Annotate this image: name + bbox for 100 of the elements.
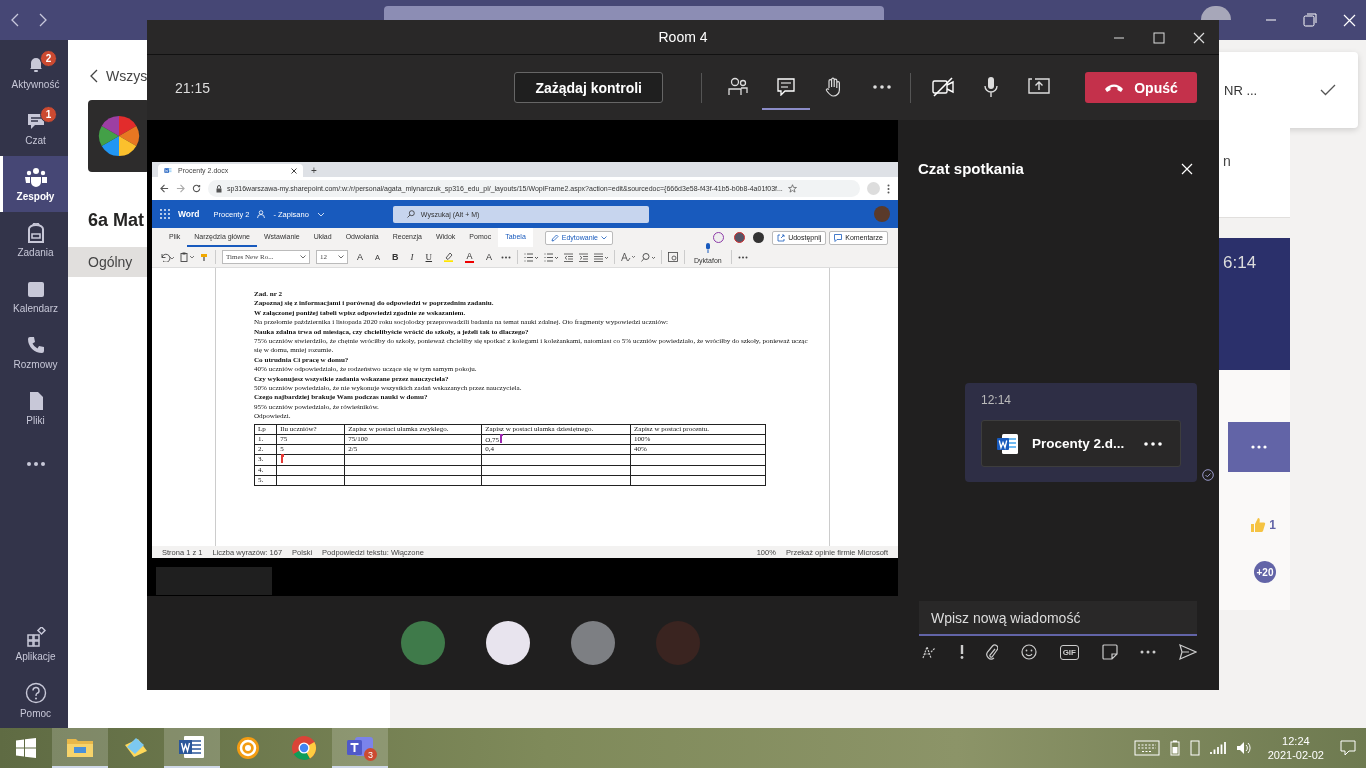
bullet-list-icon[interactable]	[524, 252, 539, 262]
styles-icon[interactable]	[621, 252, 636, 262]
search-icon[interactable]	[641, 252, 656, 262]
taskbar-app[interactable]: 3	[332, 728, 388, 768]
leave-button[interactable]: Opuść	[1085, 72, 1197, 103]
word-document-icon	[996, 431, 1020, 456]
participant-avatar[interactable]	[486, 621, 530, 665]
collaborator-avatar[interactable]	[713, 232, 725, 243]
back-icon[interactable]	[160, 184, 169, 193]
rail-item[interactable]: Pomoc	[0, 672, 68, 728]
paste-icon[interactable]	[180, 252, 194, 262]
rail-item[interactable]: Pliki	[0, 380, 68, 436]
signal-icon[interactable]	[1209, 741, 1226, 755]
app-launcher-icon[interactable]	[160, 209, 170, 219]
format-icon[interactable]	[921, 644, 937, 660]
lock-icon	[216, 184, 222, 193]
forward-icon[interactable]	[38, 12, 48, 28]
notifications-icon[interactable]	[1340, 740, 1356, 756]
file-attachment[interactable]: Procenty 2.d...	[981, 420, 1181, 467]
back-icon[interactable]	[90, 69, 98, 83]
kebab-menu-icon[interactable]	[887, 183, 890, 194]
request-control-button[interactable]: Zażądaj kontroli	[514, 72, 663, 103]
rail-item[interactable]: Zadania	[0, 212, 68, 268]
apps-icon	[25, 626, 46, 647]
message-field[interactable]: Wpisz nową wiadomość	[919, 601, 1197, 636]
pie-logo-icon	[97, 114, 141, 158]
undo-icon[interactable]	[160, 252, 174, 262]
panel-title: Czat spotkania	[918, 160, 1024, 177]
close-icon[interactable]	[291, 167, 297, 174]
align-icon[interactable]	[594, 252, 609, 262]
check-icon[interactable]	[1320, 84, 1336, 96]
collaborator-avatar[interactable]	[734, 232, 746, 243]
format-painter-icon[interactable]	[200, 252, 209, 262]
participant-count: +20	[1254, 561, 1276, 583]
gear-icon[interactable]	[235, 735, 261, 761]
restore-icon[interactable]	[1303, 13, 1317, 27]
chevron-down-icon[interactable]	[316, 211, 325, 217]
back-link[interactable]: Wszys	[106, 68, 148, 84]
share-icon	[777, 233, 786, 242]
battery-icon[interactable]	[1169, 740, 1180, 756]
phone-icon	[25, 334, 46, 355]
rail-item[interactable]: Czat 1	[0, 100, 68, 156]
format-button[interactable]: U	[422, 252, 436, 262]
rail-item[interactable]: Aktywność 2	[0, 44, 68, 100]
camera-off-icon	[932, 76, 954, 97]
maximize-icon[interactable]	[1153, 31, 1165, 44]
word-document-icon	[164, 166, 173, 175]
paperclip-icon[interactable]	[986, 644, 999, 660]
taskbar-app[interactable]	[164, 728, 220, 768]
help-icon	[24, 681, 47, 704]
hand-icon	[825, 76, 843, 97]
send-icon[interactable]	[1178, 644, 1197, 660]
reload-icon[interactable]	[192, 184, 201, 193]
backpack-icon	[26, 222, 45, 243]
word-document-icon[interactable]	[178, 734, 206, 760]
window-title: Room 4	[658, 29, 708, 45]
rail-item[interactable]: Aplikacje	[0, 616, 68, 672]
notification-count: 1	[40, 106, 57, 123]
more-icon	[1144, 441, 1162, 446]
numbered-list-icon[interactable]	[544, 252, 559, 262]
people-icon	[24, 166, 47, 187]
highlighter-icon	[444, 252, 454, 262]
search-field[interactable]	[384, 6, 884, 20]
sticker-icon[interactable]	[1101, 644, 1118, 660]
exclamation-icon[interactable]	[959, 645, 964, 659]
format-button[interactable]: B	[389, 252, 402, 262]
gif-button[interactable]: GIF	[1059, 644, 1079, 660]
rail-item[interactable]: Kalendarz	[0, 268, 68, 324]
reaction-count: 1	[1269, 518, 1276, 532]
rail-item[interactable]: Zespoły	[0, 156, 68, 212]
speaker-icon[interactable]	[1235, 741, 1252, 755]
format-button[interactable]: A	[483, 252, 496, 262]
decrease-indent-icon[interactable]	[564, 252, 574, 262]
reuse-files-icon[interactable]	[668, 252, 679, 262]
avatar[interactable]	[1201, 6, 1231, 20]
more-icon	[25, 461, 46, 467]
thumbs-up-icon	[1250, 517, 1267, 533]
message-time: 12:14	[981, 393, 1013, 407]
more-icon[interactable]	[1140, 650, 1157, 654]
new-tab-button[interactable]: +	[311, 165, 317, 177]
font-color-button[interactable]: A	[462, 251, 478, 263]
rail-item[interactable]: Rozmowy	[0, 324, 68, 380]
increase-indent-icon[interactable]	[579, 252, 589, 262]
format-button[interactable]: A	[354, 252, 366, 262]
search-icon	[406, 210, 415, 218]
more-icon[interactable]	[737, 255, 748, 259]
tablet-icon[interactable]	[1189, 740, 1200, 756]
team-name: 6a Mat	[88, 210, 145, 231]
browser-icon[interactable]	[291, 735, 317, 761]
format-button[interactable]: I	[407, 252, 417, 262]
windows-icon[interactable]	[15, 737, 37, 759]
chevron-down-icon	[601, 235, 607, 240]
hang-up-icon	[1104, 82, 1125, 93]
chevron-down-icon	[338, 255, 344, 259]
emoji-icon[interactable]	[1020, 644, 1037, 660]
chevron-down-icon	[300, 255, 306, 259]
collaborator-avatar[interactable]	[753, 232, 765, 243]
more-icon[interactable]	[501, 255, 512, 259]
star-icon[interactable]	[787, 184, 797, 193]
clock-date: 2021-02-02	[1267, 748, 1324, 762]
